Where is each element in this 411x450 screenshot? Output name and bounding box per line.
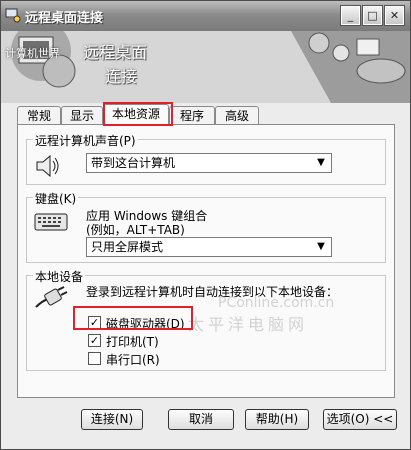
maximize-button[interactable]: □ <box>363 6 382 25</box>
active-tab-highlight <box>103 102 173 126</box>
pconline-watermark: PConline.com.cn <box>218 295 335 311</box>
keyboard-select[interactable]: 只用全屏模式 ▼ <box>86 237 332 257</box>
banner-watermark: 计算机世界 <box>5 47 60 60</box>
remote-desktop-window: 远程桌面连接 _ □ ✕ 计算机世界 远程桌面 连接 常规 显示 本地资源 程序… <box>0 0 411 450</box>
tab-display[interactable]: 显示 <box>61 106 103 124</box>
banner-graphic <box>1 31 410 103</box>
devices-group-label: 本地设备 <box>33 268 86 285</box>
chevron-down-icon: ▼ <box>317 157 325 168</box>
options-button[interactable]: 选项(O) << <box>323 409 397 430</box>
keyboard-desc-line2: (例如，ALT+TAB) <box>86 223 185 237</box>
tab-programs[interactable]: 程序 <box>169 106 215 124</box>
printer-checkbox[interactable]: ✓ <box>88 334 101 347</box>
serial-port-checkbox[interactable] <box>88 352 101 365</box>
sound-select-value: 带到这台计算机 <box>91 156 176 170</box>
keyboard-icon <box>34 213 68 231</box>
sound-group-label: 远程计算机声音(P) <box>33 132 138 149</box>
local-resources-panel: 远程计算机声音(P) 带到这台计算机 ▼ 键盘(K) 应用 Windows 键组… <box>17 124 395 398</box>
sound-select[interactable]: 带到这台计算机 ▼ <box>86 153 332 173</box>
banner: 计算机世界 远程桌面 连接 <box>1 31 410 103</box>
tab-advanced[interactable]: 高级 <box>215 106 259 124</box>
banner-title-line1: 远程桌面 <box>83 43 148 62</box>
serial-port-label[interactable]: 串行口(R) <box>106 351 160 368</box>
close-button[interactable]: ✕ <box>385 6 404 25</box>
remote-desktop-icon <box>5 8 21 23</box>
plug-icon <box>35 286 68 308</box>
keyboard-group-label: 键盘(K) <box>33 190 79 207</box>
minimize-button[interactable]: _ <box>341 6 360 25</box>
cancel-button[interactable]: 取消 <box>168 409 234 430</box>
help-button[interactable]: 帮助(H) <box>245 409 309 430</box>
title-bar[interactable]: 远程桌面连接 _ □ ✕ <box>1 1 410 31</box>
window-title: 远程桌面连接 <box>25 11 104 26</box>
printer-label[interactable]: 打印机(T) <box>106 333 159 350</box>
chevron-down-icon: ▼ <box>317 241 325 252</box>
banner-title-line2: 连接 <box>105 67 138 86</box>
pconline-cn-watermark: 太平洋电脑网 <box>188 315 309 334</box>
disk-drive-highlight <box>73 306 193 330</box>
keyboard-select-value: 只用全屏模式 <box>91 240 164 254</box>
connect-button[interactable]: 连接(N) <box>81 409 143 430</box>
tab-general[interactable]: 常规 <box>17 106 61 124</box>
speaker-icon <box>36 154 59 178</box>
